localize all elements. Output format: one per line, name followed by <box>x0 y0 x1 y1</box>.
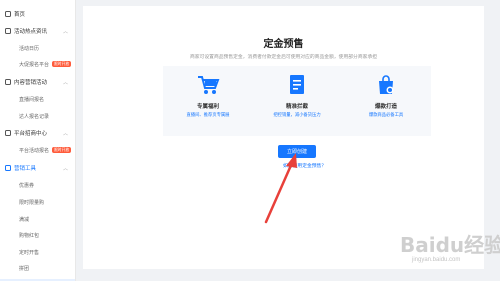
page-title: 定金预售 <box>263 39 304 50</box>
merchant-icon <box>5 130 11 136</box>
sidebar-item-label: 直播间报名 <box>19 96 45 103</box>
sidebar-item-label: 定时开售 <box>19 249 40 256</box>
sidebar-item-content-marketing[interactable]: 内容营销活动 ︿ <box>0 76 75 88</box>
status-badge: 限时开放 <box>52 61 72 67</box>
sidebar-item-red-packet[interactable]: 购物红包 <box>0 229 75 241</box>
sidebar-item-label: 首页 <box>14 12 26 18</box>
sidebar-item-activity[interactable]: 活动热点资讯 ︿ <box>0 25 75 37</box>
feature-title: 专属福利 <box>196 104 219 110</box>
status-badge: 限时开放 <box>52 147 72 153</box>
sidebar-item-label: 活动热点资讯 <box>14 29 48 35</box>
feature-desc: 把控销量，减小备货压力 <box>273 112 321 117</box>
chevron-up-icon[interactable]: ︿ <box>63 165 68 172</box>
sidebar-item-scheduled-sale[interactable]: 定时开售 <box>0 246 75 258</box>
sidebar-item-label: 内容营销活动 <box>14 80 48 86</box>
watermark: Baidu经验 jingyan.baidu.com <box>392 229 500 273</box>
sidebar-item-label: 平台活动报名 <box>19 147 50 154</box>
home-icon <box>5 11 11 17</box>
feature-desc: 爆款商品必备工具 <box>368 112 404 117</box>
create-now-button[interactable]: 立即创建 <box>278 145 316 158</box>
watermark-logo: Baidu经验 <box>400 233 500 257</box>
chevron-up-icon[interactable]: ︿ <box>63 28 68 35</box>
sidebar-item-promo-signup[interactable]: 大促报名平台 限时开放 <box>0 58 75 70</box>
sidebar-item-marketing-tools[interactable]: 营销工具 ︿ <box>0 162 75 174</box>
sidebar-item-platform-signup[interactable]: 平台活动报名 限时开放 <box>0 144 75 156</box>
sidebar-item-label: 限时限量购 <box>19 199 45 206</box>
sidebar-item-label: 满减 <box>19 216 30 223</box>
sidebar-item-activity-calendar[interactable]: 活动日历 <box>0 42 75 54</box>
cart-icon <box>196 74 220 96</box>
sidebar-item-merchant-center[interactable]: 平台招商中心 ︿ <box>0 127 75 139</box>
sidebar-item-label: 大促报名平台 <box>19 61 50 68</box>
chevron-up-icon[interactable]: ︿ <box>63 130 68 137</box>
feature-panel: 专属福利 直播间、推荐页专属展 精准拦截 把控销量，减小备货压力 爆款打造 爆款… <box>163 66 431 136</box>
feature-exclusive-benefits: 专属福利 直播间、推荐页专属展 <box>168 74 248 118</box>
help-link[interactable]: 如何使用定金预售？ <box>283 162 326 169</box>
feature-title: 爆款打造 <box>374 104 397 110</box>
shopping-bag-icon <box>374 74 398 96</box>
document-icon <box>285 74 309 96</box>
content-icon <box>5 79 11 85</box>
sidebar-item-label: 达人报名记录 <box>19 113 50 120</box>
sidebar-item-label: 平台招商中心 <box>14 131 48 137</box>
chevron-up-icon[interactable]: ︿ <box>63 79 68 86</box>
sidebar-item-label: 购物红包 <box>19 232 40 239</box>
sidebar-item-label: 拼团 <box>19 265 30 272</box>
sidebar-item-label: 营销工具 <box>14 166 37 172</box>
sidebar-item-home[interactable]: 首页 <box>0 8 75 20</box>
page-subtitle: 商家可设置商品预售定金，消费者付款定金后可使用对应的商品金额，使用部分商家承担 <box>189 55 378 60</box>
feature-precise-control: 精准拦截 把控销量，减小备货压力 <box>257 74 337 118</box>
sidebar-item-coupons[interactable]: 优惠券 <box>0 179 75 191</box>
sidebar-item-discount[interactable]: 满减 <box>0 213 75 225</box>
sidebar-item-label: 活动日历 <box>19 45 40 52</box>
sidebar-item-limited-sale[interactable]: 限时限量购 <box>0 196 75 208</box>
tools-icon <box>5 165 11 171</box>
feature-hot-item: 爆款打造 爆款商品必备工具 <box>346 74 426 118</box>
activity-icon <box>5 28 11 34</box>
sidebar-item-group-buy[interactable]: 拼团 <box>0 262 75 274</box>
sidebar: 首页 活动热点资讯 ︿ 活动日历 大促报名平台 限时开放 内容营销活动 ︿ 直播… <box>0 0 76 281</box>
watermark-url: jingyan.baidu.com <box>412 257 461 263</box>
sidebar-item-label: 优惠券 <box>19 182 35 189</box>
feature-title: 精准拦截 <box>285 104 308 110</box>
sidebar-item-influencer-records[interactable]: 达人报名记录 <box>0 110 75 122</box>
sidebar-item-live-signup[interactable]: 直播间报名 <box>0 93 75 105</box>
feature-desc: 直播间、推荐页专属展 <box>186 112 230 117</box>
